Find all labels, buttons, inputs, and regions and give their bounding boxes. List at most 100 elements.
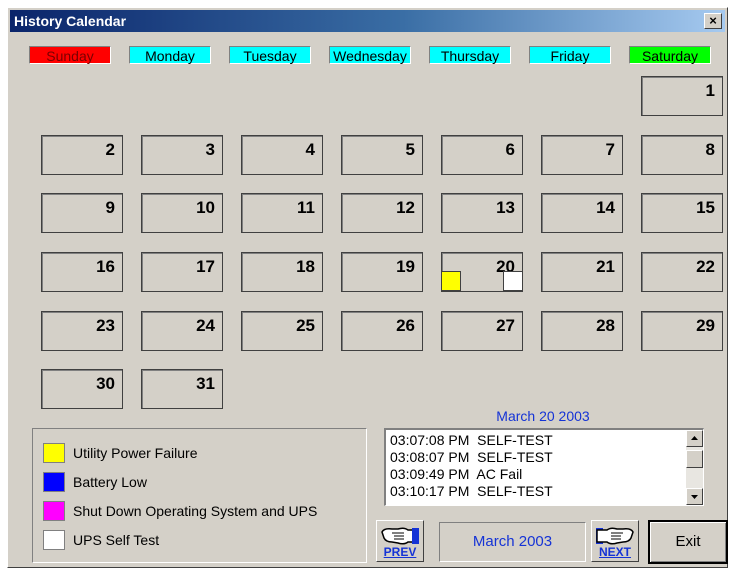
log-entry[interactable]: 03:10:17 PM SELF-TEST — [390, 483, 553, 499]
calendar-day-cell[interactable]: 28 — [541, 311, 623, 351]
calendar-day-cell[interactable]: 15 — [641, 193, 723, 233]
day-number: 25 — [296, 316, 315, 335]
window-title: History Calendar — [14, 13, 127, 29]
exit-button[interactable]: Exit — [648, 520, 728, 564]
day-number: 4 — [305, 140, 315, 159]
day-number: 18 — [296, 257, 315, 276]
weekday-header-monday: Monday — [129, 46, 211, 64]
legend-swatch — [43, 443, 65, 463]
legend-swatch — [43, 530, 65, 550]
day-number: 28 — [596, 316, 615, 335]
arrow-up-icon — [691, 436, 698, 440]
calendar-day-cell[interactable]: 13 — [441, 193, 523, 233]
day-number: 9 — [105, 198, 115, 217]
history-calendar-window: History Calendar × Sunday Monday Tuesday We… — [7, 7, 728, 568]
legend-label: Utility Power Failure — [73, 445, 198, 461]
day-number: 6 — [505, 140, 515, 159]
prev-month-button[interactable]: PREV — [376, 520, 424, 562]
scroll-thumb[interactable] — [686, 450, 703, 468]
calendar-day-cell[interactable]: 11 — [241, 193, 323, 233]
event-log-list[interactable]: 03:07:08 PM SELF-TEST 03:08:07 PM SELF-T… — [384, 428, 704, 506]
calendar-day-cell[interactable]: 29 — [641, 311, 723, 351]
day-number: 27 — [496, 316, 515, 335]
day-number: 2 — [105, 140, 115, 159]
calendar-day-cell[interactable]: 23 — [41, 311, 123, 351]
event-marker-ups-self-test[interactable] — [503, 271, 523, 291]
day-number: 1 — [705, 81, 715, 100]
calendar-day-cell[interactable]: 10 — [141, 193, 223, 233]
day-number: 24 — [196, 316, 215, 335]
selected-date-label: March 20 2003 — [496, 408, 590, 424]
legend-label: UPS Self Test — [73, 532, 160, 548]
legend-swatch — [43, 472, 65, 492]
calendar-day-cell[interactable]: 7 — [541, 135, 623, 175]
weekday-header-thursday: Thursday — [429, 46, 511, 64]
log-entry[interactable]: 03:07:08 PM SELF-TEST — [390, 432, 553, 448]
day-number: 7 — [605, 140, 615, 159]
weekday-header-saturday: Saturday — [629, 46, 711, 64]
day-number: 12 — [396, 198, 415, 217]
day-number: 29 — [696, 316, 715, 335]
day-number: 14 — [596, 198, 615, 217]
log-entry[interactable]: 03:09:49 PM AC Fail — [390, 466, 522, 482]
calendar-day-cell[interactable]: 9 — [41, 193, 123, 233]
weekday-header-sunday: Sunday — [29, 46, 111, 64]
calendar-day-cell[interactable]: 24 — [141, 311, 223, 351]
calendar-day-cell[interactable]: 18 — [241, 252, 323, 292]
current-month-display: March 2003 — [439, 522, 586, 562]
day-number: 31 — [196, 374, 215, 393]
calendar-day-cell[interactable]: 26 — [341, 311, 423, 351]
calendar-day-cell[interactable]: 16 — [41, 252, 123, 292]
prev-label: PREV — [383, 545, 417, 559]
close-button[interactable]: × — [704, 13, 722, 29]
calendar-day-cell[interactable]: 2 — [41, 135, 123, 175]
weekday-header-tuesday: Tuesday — [229, 46, 311, 64]
legend-label: Battery Low — [73, 474, 147, 490]
scroll-down-button[interactable] — [686, 488, 703, 505]
day-number: 15 — [696, 198, 715, 217]
calendar-day-cell[interactable]: 25 — [241, 311, 323, 351]
day-number: 8 — [705, 140, 715, 159]
calendar-day-cell[interactable]: 14 — [541, 193, 623, 233]
day-number: 10 — [196, 198, 215, 217]
day-number: 22 — [696, 257, 715, 276]
calendar-day-cell[interactable]: 17 — [141, 252, 223, 292]
day-number: 19 — [396, 257, 415, 276]
calendar-day-cell[interactable]: 12 — [341, 193, 423, 233]
event-marker-utility-power-failure[interactable] — [441, 271, 461, 291]
calendar-day-cell[interactable]: 30 — [41, 369, 123, 409]
day-number: 30 — [96, 374, 115, 393]
calendar-day-cell[interactable]: 5 — [341, 135, 423, 175]
next-label: NEXT — [598, 545, 631, 559]
calendar-day-cell[interactable]: 19 — [341, 252, 423, 292]
title-bar[interactable]: History Calendar × — [10, 10, 725, 32]
calendar-day-cell[interactable]: 31 — [141, 369, 223, 409]
calendar-day-cell[interactable]: 20 — [441, 252, 523, 292]
legend-swatch — [43, 501, 65, 521]
day-number: 21 — [596, 257, 615, 276]
scroll-up-button[interactable] — [686, 430, 703, 447]
log-entry[interactable]: 03:08:07 PM SELF-TEST — [390, 449, 553, 465]
day-number: 13 — [496, 198, 515, 217]
calendar-day-cell[interactable]: 22 — [641, 252, 723, 292]
weekday-header-wednesday: Wednesday — [329, 46, 411, 64]
day-number: 3 — [205, 140, 215, 159]
day-number: 11 — [297, 198, 315, 217]
day-number: 17 — [196, 257, 215, 276]
legend-label: Shut Down Operating System and UPS — [73, 503, 318, 519]
calendar-day-cell[interactable]: 21 — [541, 252, 623, 292]
day-number: 23 — [96, 316, 115, 335]
weekday-header-friday: Friday — [529, 46, 611, 64]
calendar-day-cell[interactable]: 8 — [641, 135, 723, 175]
event-legend: Utility Power Failure Battery Low Shut D… — [32, 428, 367, 563]
arrow-down-icon — [691, 495, 698, 499]
log-scrollbar[interactable] — [686, 430, 703, 505]
calendar-day-cell[interactable]: 1 — [641, 76, 723, 116]
day-number: 26 — [396, 316, 415, 335]
next-month-button[interactable]: NEXT — [591, 520, 639, 562]
calendar-day-cell[interactable]: 4 — [241, 135, 323, 175]
calendar-day-cell[interactable]: 27 — [441, 311, 523, 351]
calendar-day-cell[interactable]: 3 — [141, 135, 223, 175]
day-number: 5 — [405, 140, 415, 159]
calendar-day-cell[interactable]: 6 — [441, 135, 523, 175]
